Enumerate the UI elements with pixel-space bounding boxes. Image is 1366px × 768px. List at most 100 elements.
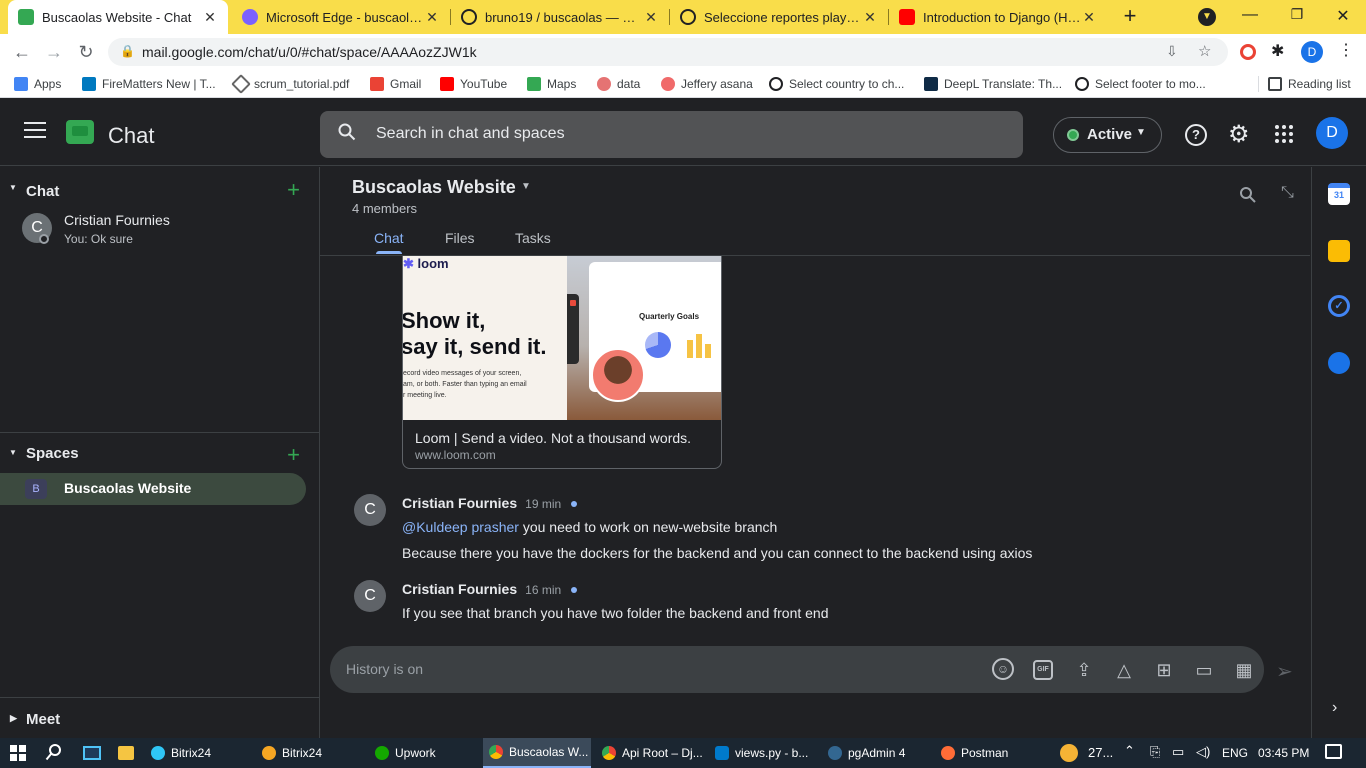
- volume-icon[interactable]: ◁): [1196, 744, 1210, 760]
- emoji-icon[interactable]: ☺: [992, 658, 1014, 680]
- bookmark-scrum-pdf[interactable]: scrum_tutorial.pdf: [231, 74, 349, 94]
- tab-microsoft-edge[interactable]: Microsoft Edge - buscaolas a ✕: [232, 0, 450, 34]
- google-tasks-icon[interactable]: ✓: [1328, 295, 1350, 317]
- tab-chat[interactable]: Chat: [374, 230, 404, 246]
- new-chat-plus-icon[interactable]: +: [287, 177, 300, 203]
- google-drive-icon[interactable]: △: [1112, 658, 1136, 682]
- taskbar-item[interactable]: Postman: [935, 738, 1043, 768]
- account-avatar[interactable]: D: [1316, 117, 1348, 149]
- bookmark-gmail[interactable]: Gmail: [370, 75, 421, 93]
- space-item-buscaolas[interactable]: B Buscaolas Website: [0, 473, 306, 505]
- upload-file-icon[interactable]: ⇪: [1072, 658, 1096, 682]
- weather-icon[interactable]: [1060, 744, 1078, 762]
- taskbar-item[interactable]: Bitrix24: [145, 738, 250, 768]
- search-bar[interactable]: Search in chat and spaces: [320, 111, 1023, 158]
- bookmark-select-footer[interactable]: Select footer to mo...: [1075, 75, 1206, 93]
- install-app-icon[interactable]: ⇩: [1166, 43, 1178, 60]
- message-composer[interactable]: History is on ☺ GIF ⇪ △ ⊞ ▭ ▦: [330, 646, 1264, 693]
- main-menu-icon[interactable]: [24, 122, 46, 140]
- mention-chip[interactable]: @Kuldeep prasher: [402, 519, 519, 535]
- tab-buscaolas-chat[interactable]: Buscaolas Website - Chat ✕: [8, 0, 228, 34]
- new-space-plus-icon[interactable]: +: [287, 442, 300, 468]
- settings-gear-icon[interactable]: ⚙: [1228, 120, 1250, 149]
- bookmark-firematters[interactable]: FireMatters New | T...: [82, 75, 216, 93]
- restore-icon[interactable]: ❐: [1287, 6, 1307, 26]
- message-input[interactable]: History is on: [346, 661, 423, 677]
- bookmark-data[interactable]: data: [597, 75, 640, 93]
- browser-menu-icon[interactable]: ⋮: [1338, 40, 1354, 60]
- collapse-icon[interactable]: ⤡: [1281, 184, 1294, 202]
- google-keep-icon[interactable]: [1328, 240, 1350, 262]
- space-title[interactable]: Buscaolas Website: [352, 177, 516, 198]
- taskbar-item[interactable]: Bitrix24: [256, 738, 363, 768]
- google-apps-icon[interactable]: [1275, 125, 1293, 143]
- space-menu-chevron-icon[interactable]: ▼: [521, 181, 531, 192]
- close-tab-icon[interactable]: ✕: [1081, 9, 1097, 26]
- message-author[interactable]: Cristian Fournies: [402, 581, 517, 597]
- weather-temp[interactable]: 27...: [1088, 745, 1113, 760]
- avatar[interactable]: C: [354, 580, 386, 612]
- search-input[interactable]: Search in chat and spaces: [376, 125, 565, 143]
- bookmark-youtube[interactable]: YouTube: [440, 75, 507, 93]
- bookmark-star-icon[interactable]: ☆: [1198, 42, 1211, 60]
- network-icon[interactable]: ▭: [1172, 744, 1184, 760]
- status-dropdown[interactable]: Active ▼: [1053, 117, 1162, 153]
- close-tab-icon[interactable]: ✕: [862, 9, 878, 26]
- taskbar-item[interactable]: views.py - b...: [709, 738, 817, 768]
- taskbar-item-active[interactable]: Buscaolas W...: [483, 738, 591, 768]
- tab-seleccione-reportes[interactable]: Seleccione reportes playas a ✕: [670, 0, 888, 34]
- calendar-invite-icon[interactable]: ▦: [1232, 658, 1256, 682]
- notification-center-icon[interactable]: [1325, 744, 1342, 759]
- chat-section-header[interactable]: ▼ Chat +: [0, 171, 320, 207]
- bookmark-maps[interactable]: Maps: [527, 75, 576, 93]
- tab-django-youtube[interactable]: Introduction to Django (Hind ✕: [889, 0, 1107, 34]
- extension-color-icon[interactable]: [1240, 44, 1256, 60]
- clock[interactable]: 03:45 PM: [1258, 746, 1309, 760]
- bookmark-select-country[interactable]: Select country to ch...: [769, 75, 904, 93]
- task-view-icon[interactable]: [83, 746, 101, 760]
- back-icon[interactable]: ←: [10, 40, 34, 64]
- tab-tasks[interactable]: Tasks: [515, 230, 551, 246]
- bookmark-deepl[interactable]: DeepL Translate: Th...: [924, 75, 1062, 93]
- taskbar-item[interactable]: pgAdmin 4: [822, 738, 930, 768]
- tray-meet-icon[interactable]: ⎘: [1150, 744, 1160, 760]
- gif-icon[interactable]: GIF: [1033, 660, 1053, 680]
- google-calendar-icon[interactable]: 31: [1328, 183, 1350, 205]
- profile-avatar[interactable]: D: [1301, 41, 1323, 63]
- extensions-puzzle-icon[interactable]: ✱: [1271, 41, 1284, 61]
- address-bar[interactable]: 🔒 mail.google.com/chat/u/0/#chat/space/A…: [108, 38, 1228, 66]
- forward-icon[interactable]: →: [42, 40, 66, 64]
- close-window-icon[interactable]: ✕: [1333, 6, 1353, 26]
- member-count[interactable]: 4 members: [352, 201, 417, 216]
- expand-panel-icon[interactable]: ›: [1332, 699, 1337, 717]
- close-tab-icon[interactable]: ✕: [202, 9, 218, 26]
- taskbar-item[interactable]: Upwork: [369, 738, 477, 768]
- language-indicator[interactable]: ENG: [1222, 746, 1248, 760]
- bookmark-apps[interactable]: Apps: [14, 75, 61, 93]
- google-contacts-icon[interactable]: [1328, 352, 1350, 374]
- link-preview-card[interactable]: ✱ loom Show it, say it, send it. ecord v…: [402, 256, 722, 469]
- spaces-section-header[interactable]: ▼ Spaces +: [0, 436, 320, 472]
- close-tab-icon[interactable]: ✕: [424, 9, 440, 26]
- message-author[interactable]: Cristian Fournies: [402, 495, 517, 511]
- taskbar-item[interactable]: Api Root – Dj...: [596, 738, 704, 768]
- bookmark-asana[interactable]: Jeffery asana: [661, 75, 753, 93]
- new-tab-button[interactable]: +: [1118, 4, 1142, 28]
- avatar[interactable]: C: [354, 494, 386, 526]
- chat-item-cristian[interactable]: C Cristian Fournies You: Ok sure: [0, 207, 318, 253]
- search-in-space-icon[interactable]: [1240, 187, 1258, 205]
- tab-search-icon[interactable]: ▼: [1198, 8, 1216, 26]
- windows-start-icon[interactable]: [10, 745, 26, 761]
- meet-section-header[interactable]: ▶ Meet: [0, 702, 320, 738]
- file-explorer-icon[interactable]: [118, 746, 134, 760]
- send-icon[interactable]: ➢: [1276, 659, 1293, 684]
- taskbar-search-icon[interactable]: [45, 743, 65, 763]
- minimize-icon[interactable]: —: [1240, 6, 1260, 26]
- tab-files[interactable]: Files: [445, 230, 475, 246]
- tray-chevron-up-icon[interactable]: ⌃: [1124, 743, 1135, 759]
- close-tab-icon[interactable]: ✕: [643, 9, 659, 26]
- tab-bitbucket[interactable]: bruno19 / buscaolas — Bitbu ✕: [451, 0, 669, 34]
- add-document-icon[interactable]: ⊞: [1152, 658, 1176, 682]
- reading-list-button[interactable]: Reading list: [1268, 75, 1351, 93]
- reload-icon[interactable]: ↻: [74, 40, 98, 64]
